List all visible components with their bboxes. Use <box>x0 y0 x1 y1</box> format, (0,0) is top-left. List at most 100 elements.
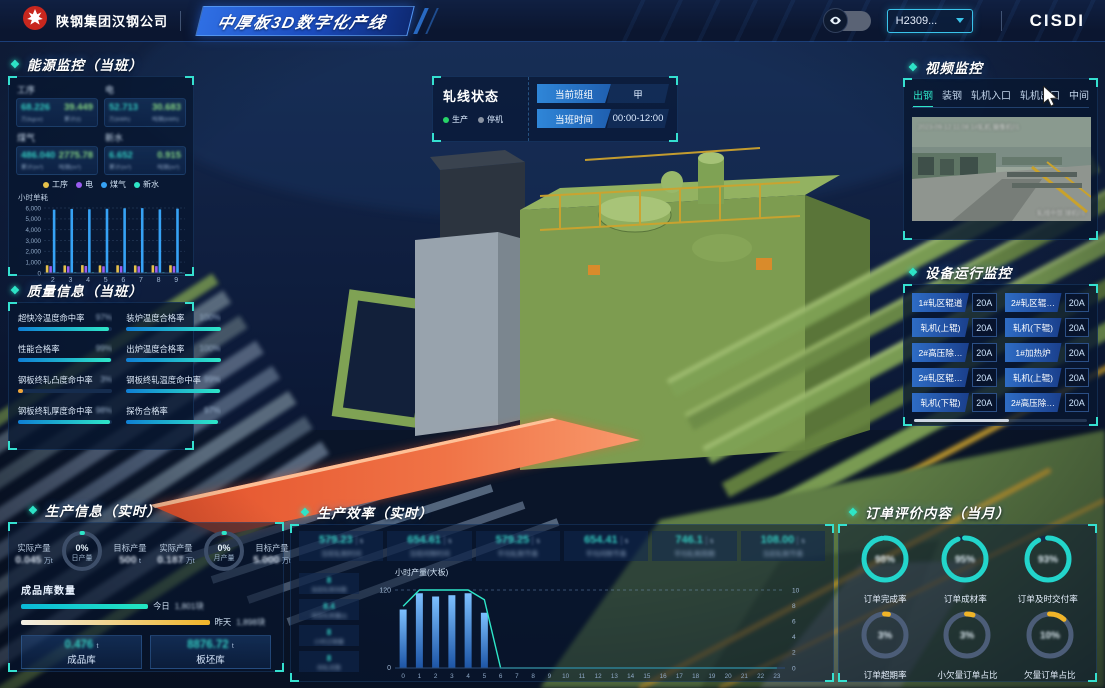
energy-unit-primary: 万(kgce) <box>21 114 50 123</box>
equipment-item[interactable]: 2#高压除… 20A <box>912 343 997 362</box>
svg-text:8: 8 <box>157 277 161 284</box>
svg-text:23: 23 <box>773 673 781 680</box>
status-label: 生产 <box>452 114 468 125</box>
video-panel-title: ❖视频监控 <box>908 57 983 77</box>
eff-value: 108.00 <box>761 534 795 546</box>
diamond-icon: ❖ <box>848 506 859 519</box>
order-label: 订单成材率 <box>944 593 987 605</box>
equipment-panel-title: ❖设备运行监控 <box>908 262 1012 282</box>
energy-bar-chart: 01,0002,0003,0004,0005,0006,00023456789 <box>16 203 188 285</box>
eff-value: 579.25 <box>496 534 530 546</box>
quality-item: 出炉温度合格率 100% <box>126 343 220 362</box>
equipment-item[interactable]: 2#轧区辊… 20A <box>912 368 997 387</box>
status-title: 轧线状态 <box>443 86 518 105</box>
svg-text:6: 6 <box>499 673 503 680</box>
store-value: 8876.72 <box>187 639 229 651</box>
svg-text:2: 2 <box>434 673 438 680</box>
camera-timestamp: 2023-09-12 11:08 1#轧机 摄像机01 <box>918 121 1019 131</box>
company-emblem-icon <box>22 5 48 36</box>
quality-value: 98% <box>96 405 113 417</box>
badge-value: 甲 <box>607 84 669 103</box>
equipment-value: 20A <box>1065 343 1090 362</box>
energy-value-primary: 52.713 <box>109 102 138 113</box>
quality-fill <box>126 358 220 362</box>
visibility-toggle[interactable] <box>825 11 871 31</box>
eff-side-value: 8 <box>299 627 359 637</box>
equipment-item[interactable]: 轧机(上辊) 20A <box>912 318 997 337</box>
order-donut: 3% <box>939 607 995 668</box>
energy-panel-title: ❖能源监控（当班） <box>10 54 143 74</box>
equipment-label: 轧机(上辊) <box>1005 368 1062 387</box>
eff-label: 平均间隙节奏 <box>566 548 646 558</box>
heat-number-select[interactable]: H2309... <box>887 9 973 33</box>
equipment-item[interactable]: 轧机(下辊) 20A <box>912 393 997 412</box>
video-tab[interactable]: 轧机入口 <box>971 87 1011 102</box>
legend-dot <box>134 182 140 188</box>
energy-stat: 新水 6.652累计(m³) 0.915吨钢(m³) <box>104 129 186 175</box>
legend-label: 工序 <box>52 179 68 190</box>
equipment-item[interactable]: 1#加热炉 20A <box>1005 343 1090 362</box>
quality-value: 97% <box>204 405 221 417</box>
energy-value-secondary: 30.683 <box>152 102 181 113</box>
equipment-item[interactable]: 轧机(上辊) 20A <box>1005 368 1090 387</box>
equipment-item[interactable]: 1#轧区辊道 20A <box>912 293 997 312</box>
svg-text:22: 22 <box>757 673 765 680</box>
gauge-right-label: 目标产量 <box>249 542 295 554</box>
legend-dot <box>101 182 107 188</box>
production-panel-title: ❖生产信息（实时） <box>28 500 161 520</box>
svg-text:1: 1 <box>418 673 422 680</box>
gauge-right-value: 500 <box>119 554 137 566</box>
video-tab[interactable]: 轧机出口 <box>1020 87 1060 102</box>
badge-label: 当前班组 <box>537 84 611 103</box>
svg-text:13: 13 <box>611 673 619 680</box>
equipment-label: 轧机(上辊) <box>912 318 969 337</box>
legend-dot <box>43 182 49 188</box>
quality-progress <box>18 358 112 362</box>
energy-unit-primary: 万(kWh) <box>109 114 138 123</box>
hourly-chart-title: 小时产量(大板) <box>395 567 827 578</box>
energy-stat: 工序 68.226万(kgce) 39.449累计(t) <box>16 81 98 127</box>
legend-item: 新水 <box>134 179 159 190</box>
eff-side-label: 当班轧制量(t) <box>299 611 359 620</box>
equipment-item[interactable]: 轧机(下辊) 20A <box>1005 318 1090 337</box>
quality-value: 3% <box>100 374 112 386</box>
scrollbar-thumb[interactable] <box>914 419 1009 422</box>
energy-value-primary: 6.652 <box>109 150 133 161</box>
quality-fill <box>18 389 23 393</box>
status-badge: 当前班组 甲 <box>537 84 669 103</box>
orders-panel: 98% 订单完成率 95% 订单成材率 93% 订单及时交付率 3% 订单超期率… <box>838 524 1097 682</box>
svg-text:93%: 93% <box>1038 555 1058 566</box>
svg-text:20: 20 <box>725 673 733 680</box>
production-panel: 实际产量 0.045 万t 0%日产量 目标产量 500 t 实际产量 0.18… <box>8 522 284 672</box>
eff-side-value: 8.4 <box>299 601 359 611</box>
quality-fill <box>18 420 110 424</box>
diamond-icon: ❖ <box>908 266 919 279</box>
quality-value: 99% <box>204 374 221 386</box>
quality-item: 钢板终轧厚度命中率 98% <box>18 405 112 424</box>
quality-label: 钢板终轧厚度命中率 <box>18 405 93 417</box>
store-box: 8876.72 t 板坯库 <box>150 635 271 669</box>
inventory-bar: 今日1,801块 <box>9 598 283 614</box>
store-label: 成品库 <box>67 652 96 666</box>
svg-text:15: 15 <box>643 673 651 680</box>
video-tab[interactable]: 出钢 <box>913 87 933 102</box>
svg-text:10: 10 <box>792 587 800 594</box>
quality-progress <box>126 327 220 331</box>
equipment-item[interactable]: 2#高压除… 20A <box>1005 393 1090 412</box>
status-legend-item: 生产 <box>443 114 468 125</box>
svg-text:3,000: 3,000 <box>26 238 42 245</box>
top-bar: 陕钢集团汉钢公司 中厚板3D数字化产线 H2309... CISDI <box>0 0 1105 42</box>
video-tab[interactable]: 中间冷 <box>1069 87 1089 102</box>
store-value: 0.476 <box>65 639 94 651</box>
legend-label: 电 <box>85 179 93 190</box>
energy-value-secondary: 0.915 <box>157 150 181 161</box>
video-feed[interactable]: 2023-09-12 11:08 1#轧机 摄像机01 轧线中部 球机01 <box>912 117 1091 221</box>
production-gauge-group: 实际产量 0.187 万t 0%月产量 目标产量 5.000 万t <box>153 528 295 579</box>
equipment-value: 20A <box>1065 293 1090 312</box>
equipment-label: 2#高压除… <box>1005 393 1062 412</box>
order-gauge: 10% 欠量订单占比 <box>1022 607 1078 681</box>
equipment-item[interactable]: 2#轧区辊… 20A <box>1005 293 1090 312</box>
camera-label: 轧线中部 球机01 <box>1037 207 1085 217</box>
video-tab[interactable]: 装钢 <box>942 87 962 102</box>
quality-progress <box>18 327 112 331</box>
